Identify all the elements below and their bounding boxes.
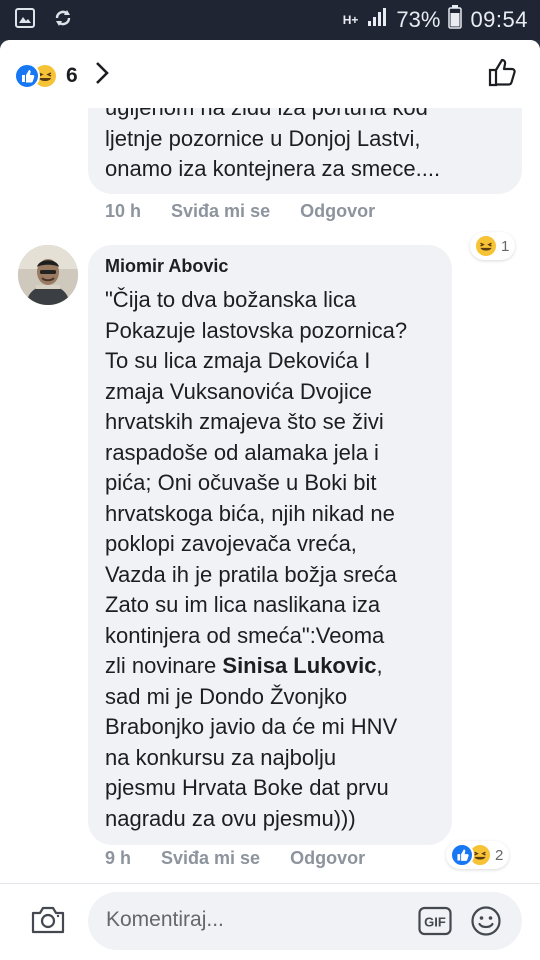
like-reaction-icon [14, 62, 40, 89]
like-link[interactable]: Sviđa mi se [171, 201, 270, 222]
like-reaction-icon [450, 843, 474, 867]
clock: 09:54 [470, 7, 528, 32]
sync-icon [52, 7, 74, 34]
comment-meta: 10 h Sviđa mi se Odgovor [105, 201, 375, 222]
haha-reaction-icon [474, 234, 498, 258]
status-bar: H+ 73% 09:54 [0, 0, 540, 40]
emoji-icon[interactable] [470, 905, 502, 942]
reply-link[interactable]: Odgovor [290, 848, 365, 869]
avatar[interactable] [18, 245, 78, 305]
comment-input[interactable]: Komentiraj... GIF [88, 892, 522, 950]
comment-author[interactable]: Miomir Abovic [105, 256, 228, 277]
gif-button[interactable]: GIF [418, 906, 452, 941]
reactions-header: 6 [0, 40, 540, 108]
comment-reactions[interactable]: 1 [470, 232, 516, 260]
network-type: H+ [342, 13, 359, 27]
comment-text: ugljenom na zidu iza portuna kod ljetnje… [105, 108, 441, 181]
mention-link[interactable]: Sinisa Lukovic [222, 653, 376, 678]
comment-bubble[interactable]: ugljenom na zidu iza portuna kod ljetnje… [88, 108, 522, 194]
chevron-right-icon[interactable] [94, 60, 110, 91]
camera-icon[interactable] [30, 904, 66, 941]
comment-meta: 9 h Sviđa mi se Odgovor [105, 848, 365, 869]
battery-percent: 73% [396, 7, 441, 32]
battery-icon [448, 5, 463, 35]
reaction-count: 1 [501, 237, 510, 255]
comments-sheet: 6 ugljenom na zidu iza portuna kod ljetn… [0, 40, 540, 960]
comment-placeholder: Komentiraj... [106, 908, 224, 931]
comments-list: ugljenom na zidu iza portuna kod ljetnje… [0, 108, 540, 883]
reaction-count: 6 [66, 63, 78, 87]
reply-link[interactable]: Odgovor [300, 201, 375, 222]
reaction-count: 2 [495, 846, 504, 864]
comment-text: "Čija to dva božanska lica Pokazuje last… [105, 285, 407, 834]
comment-composer: Komentiraj... GIF [0, 883, 540, 960]
gallery-icon [14, 7, 36, 34]
reaction-summary[interactable]: 6 [14, 60, 110, 91]
signal-icon [366, 6, 388, 34]
like-button-icon[interactable] [486, 55, 520, 94]
like-link[interactable]: Sviđa mi se [161, 848, 260, 869]
comment-bubble[interactable]: Miomir Abovic "Čija to dva božanska lica… [88, 245, 452, 845]
gif-label: GIF [424, 915, 446, 930]
comment-text-part: , sad mi je Dondo Žvonjko Brabonjko javi… [105, 653, 398, 831]
comment-text-part: "Čija to dva božanska lica Pokazuje last… [105, 287, 408, 678]
comment-reactions[interactable]: 2 [446, 841, 510, 869]
comment-time: 10 h [105, 201, 142, 221]
comment-time: 9 h [105, 848, 132, 868]
